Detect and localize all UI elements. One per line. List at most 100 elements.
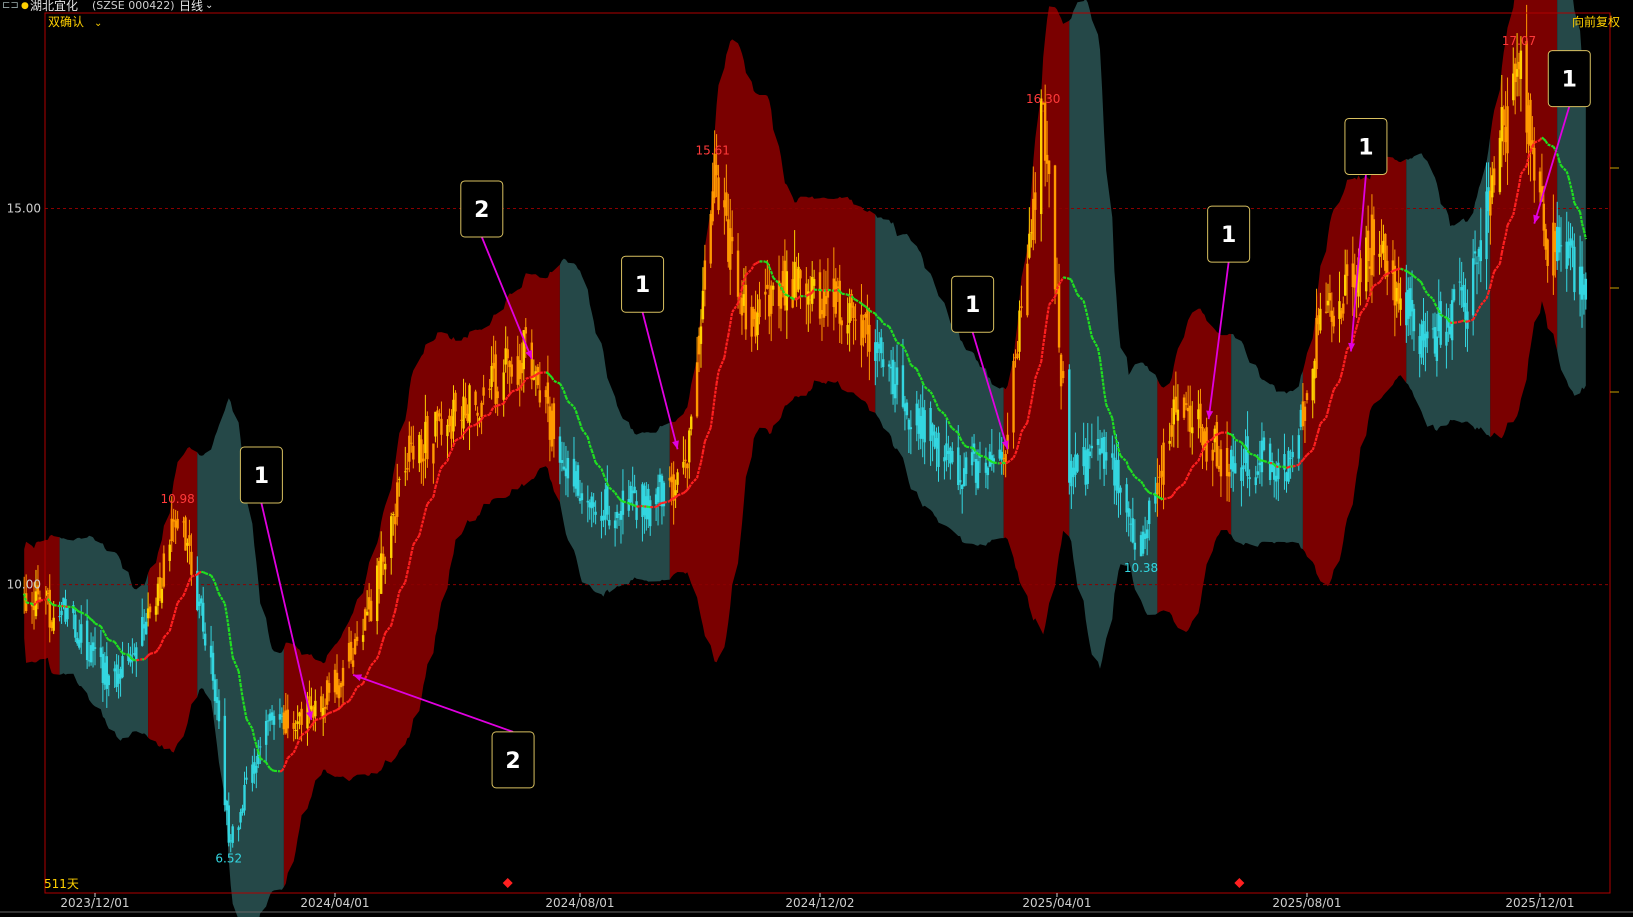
candle-body [576, 465, 580, 496]
candle-body [200, 598, 203, 604]
candle-body [1232, 456, 1235, 472]
trend-line-segment [1411, 273, 1415, 278]
candle-body [1345, 264, 1349, 276]
trend-line-segment [269, 767, 273, 771]
candle-body [148, 606, 152, 613]
candle-body [361, 635, 365, 642]
candle-body [369, 600, 373, 621]
trend-line-segment [971, 446, 975, 450]
candle-body [74, 614, 77, 638]
trend-line-segment [273, 769, 281, 773]
candle-body [1248, 477, 1251, 480]
trend-band-down [1406, 135, 1491, 438]
trend-line-segment [795, 296, 800, 301]
candle-body [1328, 292, 1332, 301]
indicator-chevron-icon[interactable]: ⌄ [94, 18, 102, 29]
trend-line-segment [74, 607, 79, 612]
candle-body [615, 511, 619, 519]
candle-body [1158, 476, 1161, 478]
trend-line-segment [682, 490, 687, 495]
candle-body [1303, 406, 1307, 421]
candle-body [1211, 449, 1214, 461]
candle-body [1412, 308, 1416, 332]
candle-body [764, 291, 767, 295]
candle-body [744, 284, 748, 330]
candle-body [895, 367, 899, 385]
candle-body [766, 284, 769, 289]
candle-body [66, 606, 69, 620]
trend-line-segment [684, 489, 689, 493]
candle-body [713, 153, 716, 198]
candle-body [882, 359, 885, 368]
trend-line-segment [852, 297, 857, 301]
candle-body [684, 459, 687, 462]
candle-body [1256, 471, 1260, 475]
candle-body [854, 319, 857, 321]
candle-body [688, 430, 691, 463]
date-tick-label: 2025/12/01 [1505, 896, 1574, 910]
candle-body [490, 365, 493, 387]
candle-body [608, 519, 611, 526]
candle-body [38, 597, 42, 600]
trend-line-segment [63, 604, 66, 608]
candle-body [237, 827, 240, 831]
trend-line-segment [797, 295, 802, 299]
trend-line-segment [495, 404, 499, 408]
candle-body [1439, 301, 1442, 345]
candle-body [1115, 460, 1118, 491]
candle-body [758, 299, 761, 317]
extreme-label-low: 10.38 [1124, 561, 1158, 575]
candle-body [502, 372, 505, 400]
candle-body [1492, 168, 1496, 186]
candle-body [1184, 403, 1188, 405]
candle-body [476, 412, 479, 416]
candle-body [1573, 246, 1576, 293]
candle-body [717, 177, 720, 211]
candle-body [779, 290, 783, 309]
candle-body [1529, 99, 1532, 146]
candle-body [1176, 409, 1180, 421]
trend-line-segment [1392, 269, 1396, 273]
trend-line-segment [61, 604, 64, 608]
candle-body [398, 478, 401, 480]
candle-body [674, 490, 677, 495]
candle-body [144, 621, 148, 635]
candle-body [1090, 445, 1094, 449]
candle-body [93, 647, 97, 649]
trend-line-segment [809, 291, 813, 295]
trend-line-segment [271, 769, 275, 772]
candle-body [1262, 437, 1266, 451]
trend-line-segment [1409, 272, 1413, 276]
trend-line-segment [860, 302, 865, 307]
candle-body [160, 588, 164, 603]
candle-body [1125, 484, 1128, 513]
trend-line-segment [671, 497, 675, 501]
date-tick-label: 2023/12/01 [60, 896, 129, 910]
candle-body [901, 365, 905, 407]
candle-body [1068, 369, 1071, 483]
candle-body [1502, 109, 1505, 126]
candle-body [1197, 409, 1200, 420]
candle-body [1076, 454, 1079, 472]
candle-body [1072, 467, 1075, 478]
candle-body [1012, 360, 1015, 433]
trend-line-segment [198, 570, 202, 574]
candle-body [1096, 438, 1100, 445]
candle-body [381, 553, 385, 562]
indicator-name[interactable]: 双确认 [48, 15, 84, 29]
trend-line-segment [1226, 431, 1230, 435]
trend-line-segment [1271, 462, 1275, 466]
candle-body [426, 416, 429, 460]
candle-body [1471, 258, 1475, 316]
diamond-marker-icon [502, 878, 513, 888]
candle-body [245, 777, 248, 780]
candle-body [327, 683, 331, 693]
candle-body [1059, 354, 1063, 387]
trend-line-segment [1218, 431, 1222, 435]
candle-body [629, 485, 632, 503]
trend-line-segment [1300, 459, 1304, 463]
trend-line-segment [145, 654, 149, 659]
candle-body [390, 516, 393, 558]
candle-body [686, 463, 689, 469]
adjust-mode[interactable]: 向前复权 [1572, 14, 1620, 29]
